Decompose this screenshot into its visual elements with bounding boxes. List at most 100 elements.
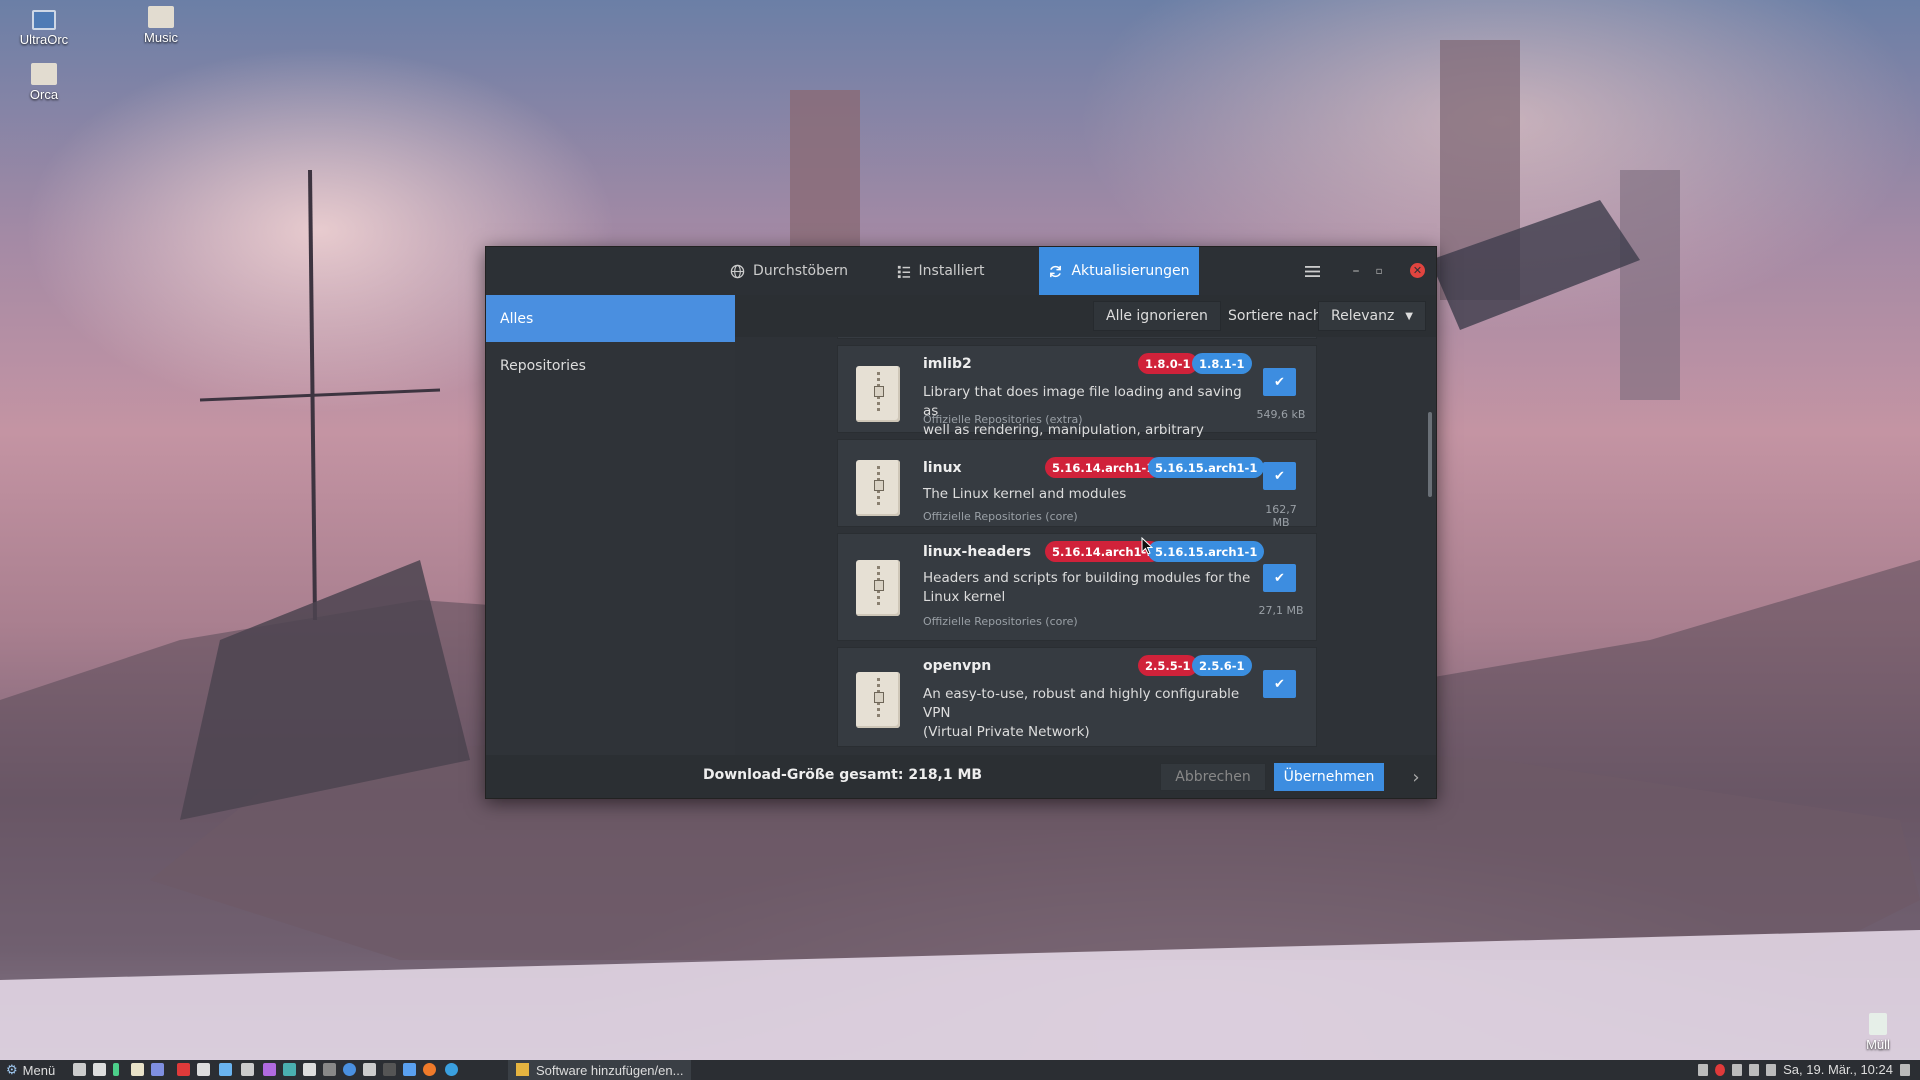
sidebar-item-label: Alles [500,310,534,327]
ignore-all-button[interactable]: Alle ignorieren [1093,301,1221,331]
scrollbar-thumb[interactable] [1428,412,1432,497]
firefox-icon[interactable] [423,1063,436,1076]
tab-updates[interactable]: Aktualisierungen [1039,247,1199,295]
window-titlebar[interactable]: Durchstöbern Installiert Aktualisierunge… [486,247,1436,295]
tab-installed[interactable]: Installiert [870,247,1010,295]
taskbar: ⚙ Menü Software hinzufügen/en... Sa, 19.… [0,1060,1920,1080]
new-version-badge: 2.5.6-1 [1192,655,1252,676]
app-icon[interactable] [383,1063,396,1076]
description-line: Linux kernel [923,589,1006,605]
desktop-icon-ultraorc[interactable]: UltraOrc [4,10,84,47]
package-row-imlib2[interactable]: imlib2 1.8.0-1 1.8.1-1 Library that does… [837,345,1317,457]
description-line: The Linux kernel and modules [923,486,1127,502]
app-icon[interactable] [197,1063,210,1076]
app-icon[interactable] [363,1063,376,1076]
document-icon[interactable] [219,1063,232,1076]
notification-icon[interactable] [1900,1063,1910,1076]
system-tray: Sa, 19. Mär., 10:24 [1698,1062,1910,1077]
app-icon[interactable] [283,1063,296,1076]
new-version-badge: 1.8.1-1 [1192,353,1252,374]
chevron-right-icon[interactable]: › [1406,763,1426,791]
app-icon[interactable] [303,1063,316,1076]
tab-label: Installiert [918,263,985,279]
description-line: Headers and scripts for building modules… [923,570,1251,586]
sidebar-item-all[interactable]: Alles [486,295,735,342]
start-menu-button[interactable]: ⚙ Menü [6,1062,55,1078]
list-scrollbar[interactable] [1427,337,1433,755]
volume-icon[interactable] [1698,1063,1709,1076]
update-checkbox[interactable]: ✔ [1263,462,1296,490]
desktop-icon-label: Müll [1866,1037,1890,1052]
software-manager-window: Durchstöbern Installiert Aktualisierunge… [485,246,1437,799]
app-icon[interactable] [263,1063,276,1076]
desktop-icon-orca[interactable]: Orca [4,63,84,102]
package-name: imlib2 [923,356,972,372]
sort-value: Relevanz [1331,308,1395,324]
file-manager-icon[interactable] [93,1063,106,1076]
app-icon[interactable] [113,1063,119,1076]
terminal-icon[interactable] [73,1063,86,1076]
download-total: Download-Größe gesamt: 218,1 MB [703,767,983,783]
close-icon[interactable]: ✕ [1410,263,1425,278]
tab-label: Durchstöbern [753,263,848,279]
browser-icon[interactable] [445,1063,458,1076]
package-repo: Offizielle Repositories (core) [923,510,1078,523]
calendar-icon[interactable] [177,1063,190,1076]
update-checkbox[interactable]: ✔ [1263,368,1296,396]
shield-icon[interactable] [1715,1063,1726,1076]
trash-icon [1869,1013,1887,1035]
package-repo: Offizielle Repositories (core) [923,615,1078,628]
desktop-icon-trash[interactable]: Müll [1838,1013,1918,1052]
package-row-linux[interactable]: linux 5.16.14.arch1-1 5.16.15.arch1-1 Th… [837,439,1317,529]
minimize-icon[interactable]: – [1347,262,1365,280]
cancel-button[interactable]: Abbrechen [1160,763,1266,791]
app-icon[interactable] [403,1063,416,1076]
refresh-icon [1050,265,1062,277]
list-item-partial [837,337,1317,339]
package-icon [856,366,900,422]
hamburger-menu-icon[interactable] [1303,262,1321,280]
menu-icon: ⚙ [6,1062,18,1077]
maximize-icon[interactable]: ▫ [1370,262,1388,280]
app-icon[interactable] [323,1063,336,1076]
update-toolbar: Alle ignorieren Sortiere nach Relevanz ▼ [735,295,1436,337]
package-icon [856,672,900,728]
settings-icon[interactable] [151,1063,164,1076]
package-row-linux-headers[interactable]: linux-headers 5.16.14.arch1-1 5.16.15.ar… [837,533,1317,641]
sidebar: Alles Repositories [486,295,735,755]
tab-browse[interactable]: Durchstöbern [714,247,864,295]
menu-label: Menü [22,1062,56,1078]
taskbar-window-button[interactable]: Software hinzufügen/en... [508,1060,692,1080]
wifi-icon[interactable] [1749,1063,1760,1076]
text-editor-icon[interactable] [131,1063,144,1076]
clipboard-icon[interactable] [1766,1063,1777,1076]
new-version-badge: 5.16.15.arch1-1 [1148,541,1265,562]
package-icon [516,1063,529,1076]
desktop-icon-music[interactable]: Music [121,6,201,45]
package-row-openvpn[interactable]: openvpn 2.5.5-1 2.5.6-1 An easy-to-use, … [837,647,1317,747]
globe-icon[interactable] [343,1063,356,1076]
calculator-icon[interactable] [241,1063,254,1076]
update-list[interactable]: imlib2 1.8.0-1 1.8.1-1 Library that does… [735,337,1436,755]
sort-select[interactable]: Relevanz ▼ [1318,301,1426,331]
package-name: openvpn [923,658,992,674]
desktop-icon-label: Orca [29,87,59,102]
sidebar-item-repositories[interactable]: Repositories [486,342,735,389]
update-checkbox[interactable]: ✔ [1263,564,1296,592]
network-icon[interactable] [1732,1063,1743,1076]
computer-icon [32,10,56,30]
task-label: Software hinzufügen/en... [536,1062,684,1078]
package-icon [856,460,900,516]
sidebar-item-label: Repositories [500,357,586,374]
folder-icon [31,63,57,85]
desktop-icon-label: Music [144,30,178,45]
desktop-icon-label: UltraOrc [19,32,69,47]
apply-button[interactable]: Übernehmen [1274,763,1384,791]
package-name: linux-headers [923,544,1032,560]
package-description: An easy-to-use, robust and highly config… [923,685,1258,742]
folder-icon [148,6,174,28]
update-checkbox[interactable]: ✔ [1263,670,1296,698]
package-size: 27,1 MB [1258,604,1304,617]
clock[interactable]: Sa, 19. Mär., 10:24 [1783,1062,1893,1077]
package-repo: Offizielle Repositories (extra) [923,413,1083,426]
